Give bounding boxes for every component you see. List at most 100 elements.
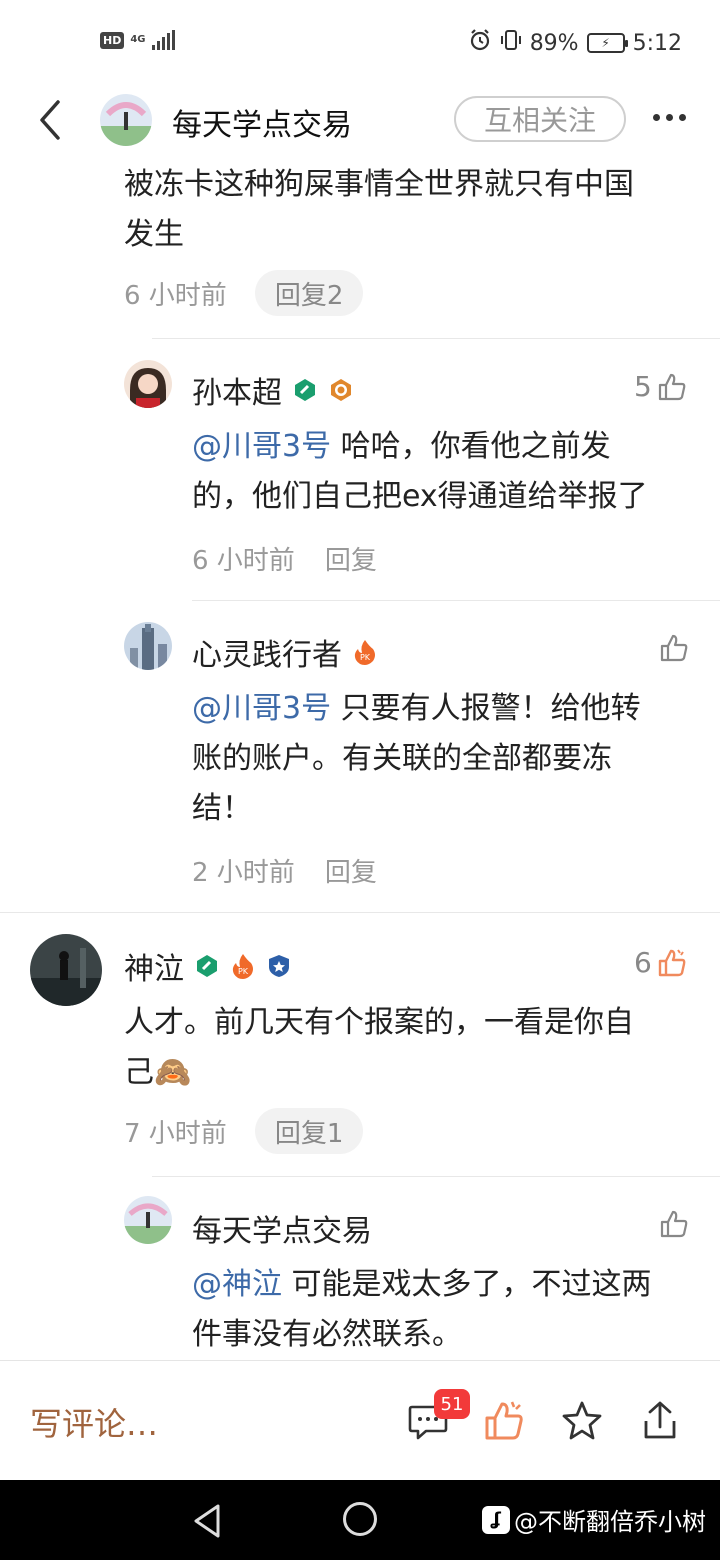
battery-icon: ⚡ bbox=[586, 33, 628, 53]
battery-percent: 89% bbox=[529, 30, 579, 56]
divider bbox=[152, 1176, 720, 1177]
avatar[interactable] bbox=[124, 1196, 172, 1244]
comment-count-badge: 51 bbox=[434, 1389, 470, 1419]
reply-count-button[interactable]: 回复2 bbox=[254, 270, 364, 316]
status-right: 89% ⚡ 5:12 bbox=[468, 28, 682, 58]
like-count: 6 bbox=[634, 946, 652, 979]
comment-text: 被冻卡这种狗屎事情全世界就只有中国 发生 bbox=[124, 160, 694, 260]
page-title: 每天学点交易 bbox=[172, 108, 352, 143]
divider bbox=[152, 338, 720, 339]
divider bbox=[192, 600, 720, 601]
avatar[interactable] bbox=[124, 622, 172, 670]
nav-back-button[interactable] bbox=[190, 1502, 224, 1544]
app-logo-icon: ʆ bbox=[482, 1505, 510, 1534]
fire-pk-badge-icon: PK bbox=[352, 639, 378, 665]
vibrate-icon bbox=[500, 28, 522, 58]
avatar[interactable] bbox=[30, 934, 102, 1006]
comment-author-row: 每天学点交易 bbox=[192, 1206, 372, 1250]
comment-author[interactable]: 孙本超 bbox=[192, 368, 282, 412]
comment-thread: 被冻卡这种狗屎事情全世界就只有中国 发生 6 小时前 回复2 孙本超 5 @川哥… bbox=[0, 160, 720, 1360]
network-type: 4G bbox=[130, 34, 146, 45]
thumbs-up-icon bbox=[660, 634, 688, 662]
comment-line: 发生 bbox=[124, 217, 184, 252]
triangle-back-icon bbox=[194, 1504, 220, 1538]
svg-text:PK: PK bbox=[238, 967, 249, 976]
reply-button[interactable]: 回复 bbox=[325, 852, 377, 889]
mutual-follow-button[interactable]: 互相关注 bbox=[454, 96, 626, 142]
like-post-button[interactable] bbox=[482, 1399, 526, 1443]
like-button[interactable] bbox=[658, 632, 690, 664]
signal-icon bbox=[151, 30, 175, 50]
clock: 5:12 bbox=[632, 30, 682, 56]
nav-home-button[interactable] bbox=[343, 1502, 377, 1536]
comment-meta: 7 小时前 回复1 bbox=[124, 1108, 364, 1154]
svg-text:PK: PK bbox=[360, 653, 371, 662]
comment-author[interactable]: 心灵践行者 bbox=[192, 630, 342, 674]
comment-time: 7 小时前 bbox=[124, 1118, 227, 1149]
comment-author[interactable]: 神泣 bbox=[124, 944, 184, 988]
favorite-button[interactable] bbox=[560, 1399, 604, 1443]
reply-time: 6 小时前 bbox=[192, 546, 295, 576]
star-icon bbox=[562, 1401, 602, 1440]
system-nav-bar: ʆ @不断翻倍乔小树 bbox=[0, 1480, 720, 1560]
more-icon-dot bbox=[665, 113, 673, 121]
reply-line: 可能是戏太多了，不过这两 bbox=[282, 1267, 652, 1302]
chevron-left-icon bbox=[40, 100, 60, 140]
divider bbox=[0, 912, 720, 913]
like-button-active[interactable]: 6 bbox=[634, 946, 688, 979]
shield-badge-icon bbox=[266, 953, 292, 979]
comment-author-row: 孙本超 bbox=[192, 368, 354, 412]
mention-link[interactable]: @川哥3号 bbox=[192, 429, 331, 464]
reply-line: 件事没有必然联系。 bbox=[192, 1317, 462, 1352]
reply-line: 的，他们自己把ex得通道给举报了 bbox=[192, 479, 648, 514]
mention-link[interactable]: @川哥3号 bbox=[192, 691, 331, 726]
thumbs-up-icon bbox=[658, 948, 686, 976]
reply-text: @川哥3号 哈哈，你看他之前发 的，他们自己把ex得通道给举报了 bbox=[192, 422, 702, 522]
status-bar: HD 4G 89% ⚡ 5:12 bbox=[0, 0, 720, 84]
reply-text: @川哥3号 只要有人报警！给他转 账的账户。有关联的全部都要冻 结！ bbox=[192, 684, 702, 834]
like-button[interactable]: 5 bbox=[634, 370, 688, 403]
thumbs-up-icon bbox=[485, 1401, 523, 1440]
reply-count-button[interactable]: 回复1 bbox=[254, 1108, 364, 1154]
thumbs-up-icon bbox=[658, 373, 686, 400]
bottom-action-bar: 写评论… 51 bbox=[0, 1360, 720, 1480]
fire-pk-badge-icon: PK bbox=[230, 953, 256, 979]
like-button[interactable] bbox=[658, 1208, 690, 1240]
more-options-button[interactable] bbox=[644, 102, 694, 132]
comment-line: 被冻卡这种狗屎事情全世界就只有中国 bbox=[124, 167, 634, 202]
author-avatar[interactable] bbox=[100, 94, 152, 146]
like-count: 5 bbox=[634, 370, 652, 403]
share-icon bbox=[644, 1401, 676, 1439]
verified-badge-icon bbox=[194, 953, 220, 979]
hd-indicator: HD bbox=[100, 31, 125, 49]
more-icon-dot bbox=[678, 113, 686, 121]
reply-meta: 2 小时前 回复 bbox=[192, 852, 377, 889]
back-button[interactable] bbox=[30, 96, 70, 144]
thumbs-up-icon bbox=[660, 1210, 688, 1238]
status-left: HD 4G bbox=[100, 30, 175, 50]
reply-line: 账的账户。有关联的全部都要冻 bbox=[192, 741, 612, 776]
top-header: 每天学点交易 互相关注 bbox=[0, 84, 720, 160]
reply-time: 2 小时前 bbox=[192, 858, 295, 888]
reply-line: 哈哈，你看他之前发 bbox=[331, 429, 611, 464]
verified-badge-icon bbox=[292, 377, 318, 403]
comment-author-row: 心灵践行者 PK bbox=[192, 630, 378, 674]
write-comment-input[interactable]: 写评论… bbox=[30, 1399, 158, 1445]
comment-text: 人才。前几天有个报案的，一看是你自 己🙈 bbox=[124, 998, 694, 1098]
watermark-text: @不断翻倍乔小树 bbox=[514, 1508, 706, 1536]
avatar[interactable] bbox=[124, 360, 172, 408]
reply-text: @神泣 可能是戏太多了，不过这两 件事没有必然联系。 bbox=[192, 1260, 702, 1360]
reply-meta: 6 小时前 回复 bbox=[192, 540, 377, 577]
reply-button[interactable]: 回复 bbox=[325, 540, 377, 577]
mention-link[interactable]: @神泣 bbox=[192, 1267, 282, 1302]
comment-line: 人才。前几天有个报案的，一看是你自 bbox=[124, 1005, 634, 1040]
comment-author-row: 神泣 PK bbox=[124, 944, 292, 988]
comment-time: 6 小时前 bbox=[124, 280, 227, 311]
comment-line: 己🙈 bbox=[124, 1055, 192, 1090]
more-icon-dot bbox=[652, 113, 660, 121]
comment-author[interactable]: 每天学点交易 bbox=[192, 1206, 372, 1250]
watermark: ʆ @不断翻倍乔小树 bbox=[482, 1502, 706, 1537]
share-button[interactable] bbox=[638, 1399, 682, 1443]
reply-line: 结！ bbox=[192, 791, 252, 826]
star-badge-icon bbox=[328, 377, 354, 403]
